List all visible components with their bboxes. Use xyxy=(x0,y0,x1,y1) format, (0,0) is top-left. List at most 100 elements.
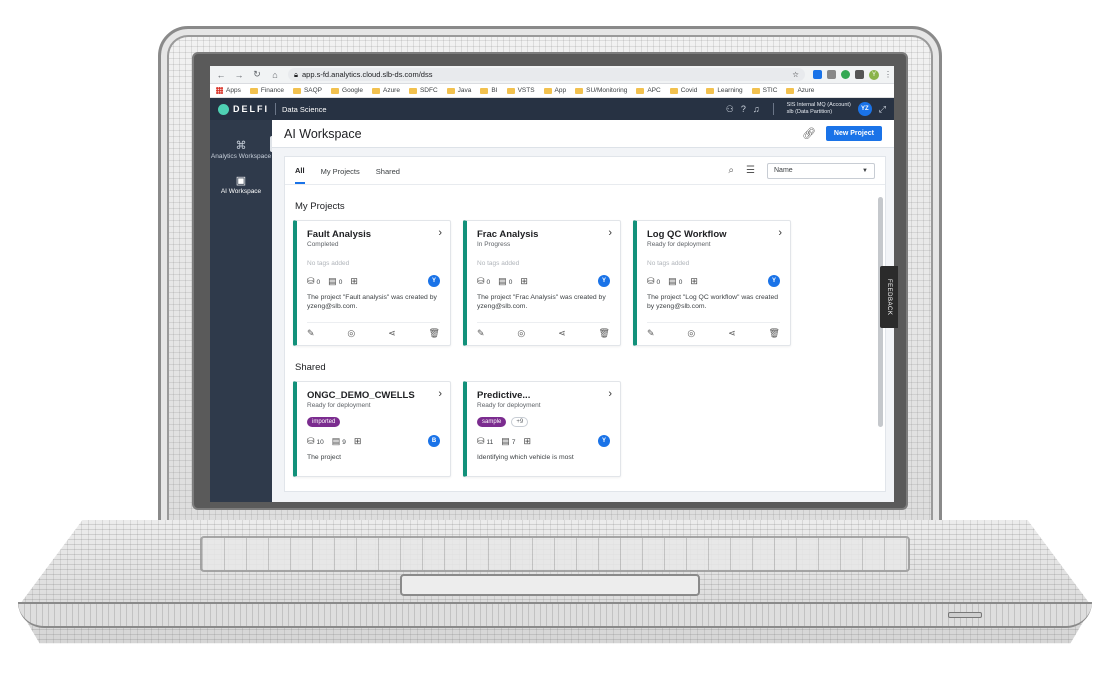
reload-icon[interactable]: ↻ xyxy=(252,69,262,80)
sort-select[interactable]: Name ▼ xyxy=(767,162,875,179)
tab-all[interactable]: All xyxy=(295,157,305,184)
bookmark-item[interactable]: APC xyxy=(636,87,661,94)
search-icon[interactable]: ⌕ xyxy=(728,165,734,176)
address-bar[interactable]: 🔒︎ app.s-fd.analytics.cloud.slb-ds.com/d… xyxy=(288,68,805,81)
project-title[interactable]: Fault Analysis xyxy=(307,229,440,240)
back-icon[interactable]: ← xyxy=(216,70,226,80)
chevron-right-icon[interactable]: › xyxy=(438,388,442,400)
bookmark-item[interactable]: Google xyxy=(331,87,363,94)
project-title[interactable]: Predictive... xyxy=(477,390,610,401)
bookmark-item[interactable]: Finance xyxy=(249,87,284,94)
forward-icon[interactable]: → xyxy=(234,70,244,80)
tab-my-projects[interactable]: My Projects xyxy=(321,158,360,183)
browser-menu-icon[interactable]: ⋮ xyxy=(884,70,892,79)
new-project-button[interactable]: New Project xyxy=(825,126,882,141)
bookmark-item[interactable]: SAQP xyxy=(292,87,322,94)
user-avatar[interactable]: YZ xyxy=(857,102,872,116)
chevron-right-icon[interactable]: › xyxy=(778,227,782,239)
deploy-icon[interactable]: ◎ xyxy=(347,328,355,339)
deploy-icon[interactable]: ◎ xyxy=(517,328,525,339)
owner-avatar: Y xyxy=(598,435,610,447)
tag-chip[interactable]: imported xyxy=(307,417,341,427)
delfi-logo[interactable]: DELFI xyxy=(218,103,269,115)
share-icon[interactable]: ⋖ xyxy=(728,328,736,339)
project-card[interactable]: Frac Analysis In Progress › No tags adde… xyxy=(463,220,621,346)
filter-sliders-icon[interactable]: ☰ xyxy=(746,165,755,176)
my-projects-cards: Fault Analysis Completed › No tags added… xyxy=(289,220,871,346)
laptop-base-edge xyxy=(18,602,1092,628)
bookmark-item[interactable]: SU/Monitoring xyxy=(575,87,627,94)
account-switcher[interactable]: SIS Internal MQ (Account) slb (Data Part… xyxy=(787,102,851,116)
project-card[interactable]: Predictive... Ready for deployment › sam… xyxy=(463,381,621,477)
projects-scroll-area[interactable]: My Projects Fault Analysis Completed › N… xyxy=(285,185,875,491)
project-card[interactable]: ONGC_DEMO_CWELLS Ready for deployment › … xyxy=(293,381,451,477)
tab-shared[interactable]: Shared xyxy=(376,158,400,183)
grid-icon: ⊞ xyxy=(350,275,358,286)
project-title[interactable]: Log QC Workflow xyxy=(647,229,780,240)
notebook-count: ▤ 0 xyxy=(498,276,512,287)
browser-profile-avatar[interactable]: Y xyxy=(869,69,879,80)
nav-item-ai-workspace[interactable]: ▣ AI Workspace xyxy=(210,176,272,196)
c-extension-icon[interactable] xyxy=(841,70,850,79)
brand-name: DELFI xyxy=(233,104,269,114)
bookmark-item[interactable]: VSTS xyxy=(506,87,535,94)
bookmark-item[interactable]: Covid xyxy=(669,87,697,94)
bookmark-item[interactable]: SDFC xyxy=(408,87,438,94)
chevron-right-icon[interactable]: › xyxy=(608,227,612,239)
partition-label: (Data Partition) xyxy=(795,109,833,115)
bookmark-item[interactable]: Azure xyxy=(786,87,814,94)
puzzle-extension-icon[interactable] xyxy=(855,70,864,79)
notebook-icon: ▤ xyxy=(498,275,507,286)
project-title[interactable]: Frac Analysis xyxy=(477,229,610,240)
project-status: Ready for deployment xyxy=(477,402,541,409)
dataset-count: ⛁ 10 xyxy=(307,436,324,447)
notifications-bell-icon[interactable]: ♫ xyxy=(753,104,760,114)
user-add-icon[interactable]: ⚇ xyxy=(726,104,734,115)
laptop-scene: ← → ↻ ⌂ 🔒︎ app.s-fd.analytics.cloud.slb-… xyxy=(0,0,1110,680)
delete-icon[interactable]: 🗑︎ xyxy=(429,328,440,339)
bookmark-item[interactable]: App xyxy=(543,87,566,94)
bookmark-item[interactable]: Java xyxy=(446,87,471,94)
fullscreen-icon[interactable]: ⤢ xyxy=(879,104,886,115)
more-tags-chip[interactable]: +9 xyxy=(511,417,529,427)
main-content: AI Workspace 🔗︎ New Project All My Proje… xyxy=(272,120,894,502)
dataset-count-value: 11 xyxy=(486,438,494,446)
star-icon[interactable]: ☆ xyxy=(792,70,799,79)
share-icon[interactable]: ⋖ xyxy=(558,328,566,339)
eye-extension-icon[interactable] xyxy=(827,70,836,79)
nav-item-analytics-workspace[interactable]: ⌘ Analytics Workspace xyxy=(210,141,272,161)
laptop-keyboard xyxy=(200,536,910,572)
edit-icon[interactable]: ✎ xyxy=(307,328,315,339)
project-title[interactable]: ONGC_DEMO_CWELLS xyxy=(307,390,440,401)
share-icon[interactable]: ⋖ xyxy=(388,328,396,339)
folder-icon xyxy=(331,87,340,94)
windows-extension-icon[interactable] xyxy=(813,70,822,79)
deploy-icon[interactable]: ◎ xyxy=(687,328,695,339)
notebook-count-value: 9 xyxy=(342,438,346,446)
edit-icon[interactable]: ✎ xyxy=(647,328,655,339)
edit-icon[interactable]: ✎ xyxy=(477,328,485,339)
home-icon[interactable]: ⌂ xyxy=(270,70,280,80)
bookmark-item[interactable]: Learning xyxy=(706,87,743,94)
help-icon[interactable]: ? xyxy=(741,104,746,114)
feedback-tab[interactable]: FEEDBACK xyxy=(880,266,898,328)
bookmark-item[interactable]: Apps xyxy=(216,87,241,94)
tag-chip[interactable]: sample xyxy=(477,417,507,427)
bookmark-item[interactable]: Azure xyxy=(371,87,400,94)
grid-icon: ⊞ xyxy=(523,435,531,446)
project-card[interactable]: Fault Analysis Completed › No tags added… xyxy=(293,220,451,346)
project-actions: ✎ ◎ ⋖ 🗑︎ xyxy=(307,322,440,339)
chevron-right-icon[interactable]: › xyxy=(608,388,612,400)
notebook-count-value: 0 xyxy=(338,278,343,286)
folder-icon xyxy=(543,87,552,94)
delete-icon[interactable]: 🗑︎ xyxy=(769,328,780,339)
bookmark-item[interactable]: STIC xyxy=(751,87,777,94)
delete-icon[interactable]: 🗑︎ xyxy=(599,328,610,339)
bookmark-item[interactable]: BI xyxy=(480,87,498,94)
chevron-right-icon[interactable]: › xyxy=(438,227,442,239)
database-icon: ⛁ xyxy=(477,275,485,286)
toolbar-actions: ⌕ ☰ Name ▼ xyxy=(728,162,875,179)
project-card[interactable]: Log QC Workflow Ready for deployment › N… xyxy=(633,220,791,346)
delfi-logo-icon xyxy=(218,103,229,115)
link-icon[interactable]: 🔗︎ xyxy=(802,127,816,140)
